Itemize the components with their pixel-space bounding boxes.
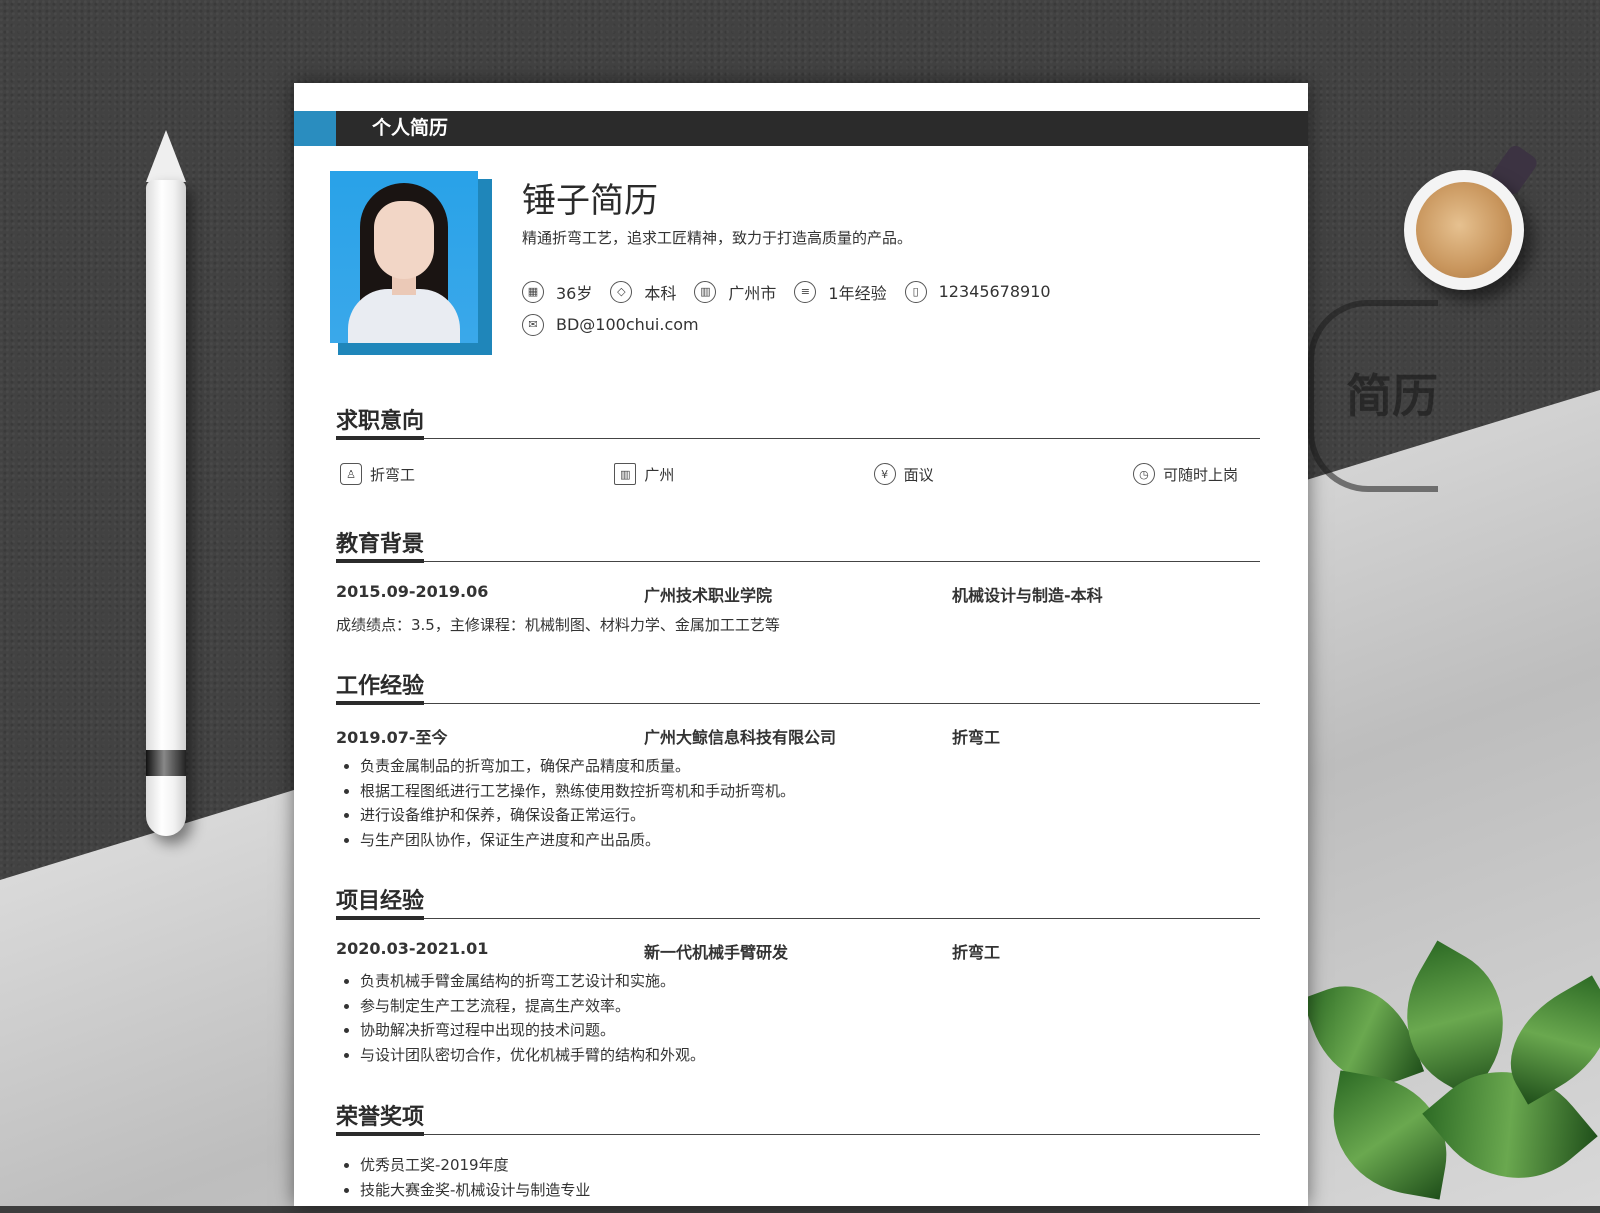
section-title: 荣誉奖项 (336, 1101, 1260, 1136)
project-duties: 负责机械手臂金属结构的折弯工艺设计和实施。 参与制定生产工艺流程，提高生产效率。… (336, 969, 1260, 1067)
mail-icon: ✉ (522, 313, 544, 336)
avatar (330, 171, 478, 343)
section-title: 教育背景 (336, 528, 1260, 563)
profile-photo (330, 171, 492, 355)
education-period: 2015.09-2019.06 (336, 582, 489, 601)
section-job-intent: 求职意向 ♙ 折弯工 ▥ 广州 ¥ 面议 ◷ 可随时上岗 (336, 405, 1260, 485)
info-email: ✉ BD@100chui.com (522, 313, 699, 336)
section-project: 项目经验 2020.03-2021.01 新一代机械手臂研发 折弯工 负责机械手… (336, 885, 1260, 1067)
section-work: 工作经验 2019.07-至今 广州大鲸信息科技有限公司 折弯工 负责金属制品的… (336, 670, 1260, 852)
work-period: 2019.07-至今 (336, 728, 448, 747)
personal-info: ▦ 36岁 ◇ 本科 ▥ 广州市 ≡ 1年经验 ▯ 12345678910 ✉ (522, 275, 1282, 341)
education-detail: 成绩绩点：3.5，主修课程：机械制图、材料力学、金属加工工艺等 (336, 616, 780, 634)
section-title: 工作经验 (336, 670, 1260, 705)
resume-page: 个人简历 锤子简历 精通折弯工艺，追求工匠精神，致力于打造高质量的产品。 ▦ 3… (294, 83, 1308, 1206)
work-duties: 负责金属制品的折弯加工，确保产品精度和质量。 根据工程图纸进行工艺操作，熟练使用… (336, 754, 1260, 852)
coffee (1416, 182, 1512, 278)
info-education: ◇ 本科 (610, 280, 676, 304)
calendar-icon: ▦ (522, 280, 544, 303)
project-name: 新一代机械手臂研发 (644, 943, 789, 962)
building-icon: ▥ (694, 280, 717, 303)
list-item: 进行设备维护和保养，确保设备正常运行。 (360, 803, 1260, 828)
phone-icon: ▯ (904, 280, 927, 303)
list-item: 优秀员工奖-2019年度 (360, 1153, 1260, 1178)
candidate-name: 锤子简历 (522, 181, 658, 221)
stylus-band (146, 750, 186, 776)
info-city: ▥ 广州市 (694, 280, 776, 304)
list-item: 负责机械手臂金属结构的折弯工艺设计和实施。 (360, 969, 1260, 994)
clock-icon: ◷ (1132, 463, 1155, 485)
stamp-logo: 简历 (1308, 300, 1438, 492)
building-icon: ▥ (614, 463, 637, 485)
honors-list: 优秀员工奖-2019年度 技能大赛金奖-机械设计与制造专业 (336, 1153, 1260, 1202)
section-title: 项目经验 (336, 885, 1260, 920)
list-item: 负责金属制品的折弯加工，确保产品精度和质量。 (360, 754, 1260, 779)
intent-location: ▥ 广州 (614, 463, 674, 485)
work-role: 折弯工 (952, 728, 1001, 747)
stylus-tip (146, 130, 186, 182)
list-item: 技能大赛金奖-机械设计与制造专业 (360, 1178, 1260, 1203)
intent-availability: ◷ 可随时上岗 (1132, 463, 1238, 485)
section-honors: 荣誉奖项 优秀员工奖-2019年度 技能大赛金奖-机械设计与制造专业 (336, 1101, 1260, 1202)
list-item: 根据工程图纸进行工艺操作，熟练使用数控折弯机和手动折弯机。 (360, 779, 1260, 804)
info-experience: ≡ 1年经验 (794, 280, 887, 304)
list-item: 与生产团队协作，保证生产进度和产出品质。 (360, 828, 1260, 853)
section-title: 求职意向 (336, 405, 1260, 440)
education-major: 机械设计与制造-本科 (952, 586, 1103, 605)
yen-icon: ¥ (873, 463, 896, 485)
tie-icon: ♙ (340, 463, 362, 485)
info-age: ▦ 36岁 (522, 280, 592, 304)
header-accent (294, 111, 336, 146)
info-phone: ▯ 12345678910 (904, 280, 1051, 303)
document-icon: ≡ (794, 280, 817, 303)
intent-position: ♙ 折弯工 (340, 463, 415, 485)
list-item: 参与制定生产工艺流程，提高生产效率。 (360, 994, 1260, 1019)
work-company: 广州大鲸信息科技有限公司 (644, 728, 837, 747)
project-role: 折弯工 (952, 943, 1001, 962)
intent-salary: ¥ 面议 (873, 463, 934, 485)
resume-header-title: 个人简历 (372, 117, 449, 139)
resume-header-bar: 个人简历 (294, 111, 1308, 146)
project-period: 2020.03-2021.01 (336, 939, 489, 958)
education-school: 广州技术职业学院 (644, 586, 773, 605)
stylus-pencil (146, 180, 186, 836)
list-item: 与设计团队密切合作，优化机械手臂的结构和外观。 (360, 1043, 1260, 1068)
list-item: 协助解决折弯过程中出现的技术问题。 (360, 1018, 1260, 1043)
graduation-cap-icon: ◇ (610, 280, 633, 303)
candidate-tagline: 精通折弯工艺，追求工匠精神，致力于打造高质量的产品。 (522, 229, 913, 247)
section-education: 教育背景 2015.09-2019.06 广州技术职业学院 机械设计与制造-本科… (336, 528, 1260, 635)
